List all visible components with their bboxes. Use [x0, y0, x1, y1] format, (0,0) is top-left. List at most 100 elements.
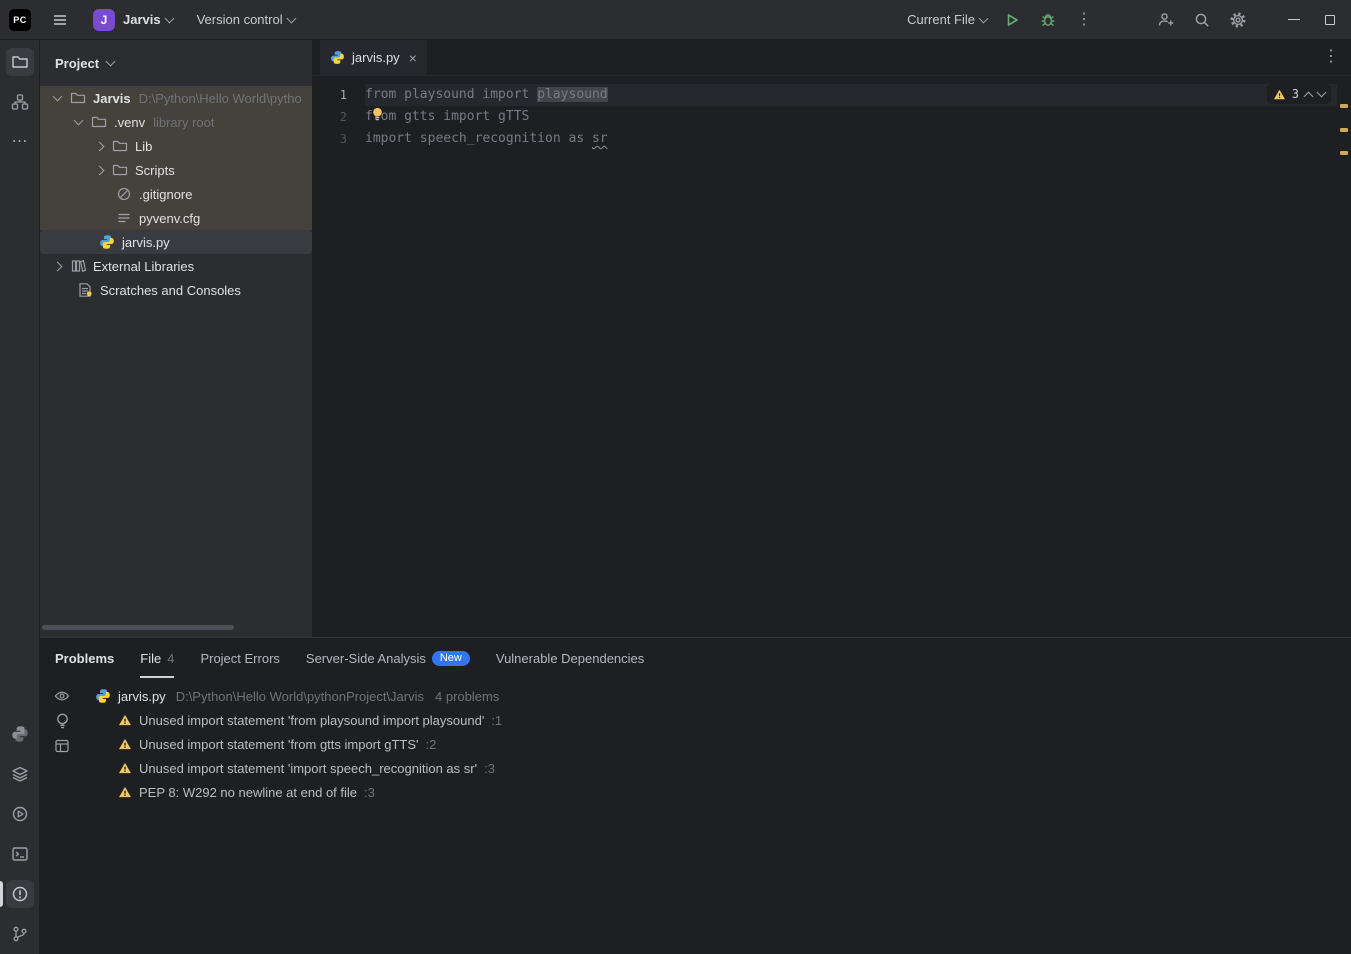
- tool-python-packages-button[interactable]: [6, 720, 34, 748]
- project-view-title: Project: [55, 55, 100, 71]
- horizontal-scrollbar[interactable]: [42, 625, 234, 630]
- tab-close-icon[interactable]: ×: [409, 50, 417, 66]
- tree-hint: D:\Python\Hello World\pytho: [138, 90, 302, 106]
- preview-source-button[interactable]: [50, 684, 74, 708]
- problems-toolbar: [50, 684, 74, 758]
- next-problem-icon[interactable]: [1316, 87, 1327, 98]
- warning-icon: [119, 738, 131, 750]
- problem-row-3[interactable]: Unused import statement 'import speech_r…: [40, 756, 1351, 780]
- problem-row-2[interactable]: Unused import statement 'from gtts impor…: [40, 732, 1351, 756]
- eye-icon: [54, 691, 70, 701]
- previous-problem-icon[interactable]: [1303, 91, 1314, 101]
- tab-vulnerable-dependencies[interactable]: Vulnerable Dependencies: [496, 638, 644, 678]
- code-line-2[interactable]: 2 from gtts import gTTS: [313, 106, 1351, 128]
- warning-count: 3: [1291, 87, 1299, 101]
- problem-row-1[interactable]: Unused import statement 'from playsound …: [40, 708, 1351, 732]
- library-icon: [71, 260, 86, 272]
- tree-row-jarvis-py[interactable]: jarvis.py: [40, 230, 312, 254]
- python-file-icon: [100, 235, 114, 249]
- main-menu-button[interactable]: [45, 5, 75, 35]
- code-with-me-button[interactable]: [1151, 5, 1181, 35]
- pycharm-window: { "titlebar": { "logo_text": "PC", "proj…: [0, 0, 1351, 954]
- config-file-icon: [118, 213, 130, 223]
- tree-row-lib[interactable]: Lib: [40, 134, 312, 158]
- tree-row-external-libraries[interactable]: External Libraries: [40, 254, 312, 278]
- code-line-3[interactable]: 3 import speech_recognition as sr: [313, 128, 1351, 150]
- titlebar: PC J Jarvis Version control Current File: [0, 0, 1351, 40]
- problem-location: :2: [425, 736, 437, 752]
- tab-project-errors[interactable]: Project Errors: [200, 638, 279, 678]
- maximize-button[interactable]: [1315, 5, 1345, 35]
- layers-icon: [11, 766, 28, 782]
- code-line-1[interactable]: 1 from playsound import playsound: [313, 84, 1351, 106]
- more-actions-button[interactable]: ⋮: [1069, 5, 1099, 35]
- stripe-warning-mark[interactable]: [1340, 104, 1348, 108]
- chevron-right-icon[interactable]: [94, 141, 105, 151]
- problems-icon: [12, 886, 27, 902]
- details-view-icon: [55, 739, 69, 753]
- search-everywhere-button[interactable]: [1187, 5, 1217, 35]
- chevron-right-icon[interactable]: [52, 261, 63, 271]
- project-view-header[interactable]: Project: [40, 40, 312, 86]
- warning-icon: [119, 786, 131, 798]
- code-text: from playsound import: [365, 87, 538, 102]
- tool-structure-button[interactable]: [6, 88, 34, 116]
- kebab-icon: ⋮: [1323, 48, 1339, 65]
- kebab-icon: ⋮: [1076, 10, 1092, 28]
- view-options-button[interactable]: [50, 734, 74, 758]
- tab-jarvis-py[interactable]: jarvis.py ×: [320, 39, 427, 76]
- run-configuration-label: Current File: [907, 12, 975, 27]
- ignored-file-icon: [117, 187, 131, 201]
- tree-row-scratches[interactable]: Scratches and Consoles: [40, 278, 312, 302]
- editor-options-button[interactable]: ⋮: [1323, 49, 1339, 65]
- vcs-widget[interactable]: Version control: [193, 5, 299, 35]
- quick-fix-button[interactable]: [50, 709, 74, 733]
- highlighted-identifier: playsound: [537, 87, 608, 102]
- chevron-down-icon[interactable]: [73, 115, 84, 126]
- warning-icon: [119, 762, 131, 774]
- project-switcher[interactable]: J Jarvis: [89, 5, 177, 35]
- folder-icon: [112, 140, 128, 152]
- problem-row-4[interactable]: PEP 8: W292 no newline at end of file :3: [40, 780, 1351, 804]
- tab-file[interactable]: File 4: [140, 638, 174, 678]
- tool-python-console-button[interactable]: [6, 760, 34, 788]
- inspections-widget[interactable]: 3: [1266, 84, 1331, 104]
- problem-file-summary: 4 problems: [435, 688, 500, 704]
- problem-text: PEP 8: W292 no newline at end of file: [139, 784, 358, 800]
- terminal-icon: [11, 847, 28, 861]
- warning-icon: [1273, 89, 1285, 99]
- maximize-icon: [1325, 14, 1335, 25]
- stripe-warning-mark[interactable]: [1340, 151, 1348, 155]
- intention-bulb-icon[interactable]: [371, 107, 384, 121]
- tab-server-side-analysis[interactable]: Server-Side Analysis New: [306, 638, 470, 678]
- tool-services-button[interactable]: [6, 800, 34, 828]
- python-packages-icon: [11, 726, 28, 742]
- settings-button[interactable]: [1223, 5, 1253, 35]
- stripe-warning-mark[interactable]: [1340, 128, 1348, 132]
- minimize-button[interactable]: [1279, 5, 1309, 35]
- editor-area: jarvis.py × ⋮ 3 1 from playsound import …: [313, 39, 1351, 637]
- debug-button[interactable]: [1033, 5, 1063, 35]
- ellipsis-icon: ⋯: [11, 133, 28, 150]
- run-button[interactable]: [997, 5, 1027, 35]
- tool-version-control-button[interactable]: [6, 920, 34, 948]
- chevron-down-icon[interactable]: [52, 91, 63, 102]
- tree-row-gitignore[interactable]: .gitignore: [40, 182, 312, 206]
- run-configuration-selector[interactable]: Current File: [903, 5, 991, 35]
- problem-location: :3: [484, 760, 495, 776]
- problem-text: Unused import statement 'from playsound …: [139, 712, 485, 728]
- tool-problems-button[interactable]: [5, 880, 34, 908]
- problem-file-row[interactable]: jarvis.py D:\Python\Hello World\pythonPr…: [40, 684, 1351, 708]
- tree-row-scripts[interactable]: Scripts: [40, 158, 312, 182]
- chevron-right-icon[interactable]: [94, 165, 105, 175]
- tree-row-jarvis-root[interactable]: Jarvis D:\Python\Hello World\pytho: [40, 86, 312, 110]
- tool-terminal-button[interactable]: [6, 840, 34, 868]
- tree-row-venv[interactable]: .venv library root: [40, 110, 312, 134]
- tree-label: jarvis.py: [122, 234, 170, 250]
- more-tool-windows-button[interactable]: ⋯: [6, 128, 34, 156]
- tool-project-button[interactable]: [5, 48, 34, 76]
- tree-label: Lib: [135, 138, 153, 154]
- error-stripe[interactable]: [1337, 76, 1351, 637]
- tree-row-pyvenv-cfg[interactable]: pyvenv.cfg: [40, 206, 312, 230]
- code-editor[interactable]: 3 1 from playsound import playsound 2 fr…: [313, 76, 1351, 150]
